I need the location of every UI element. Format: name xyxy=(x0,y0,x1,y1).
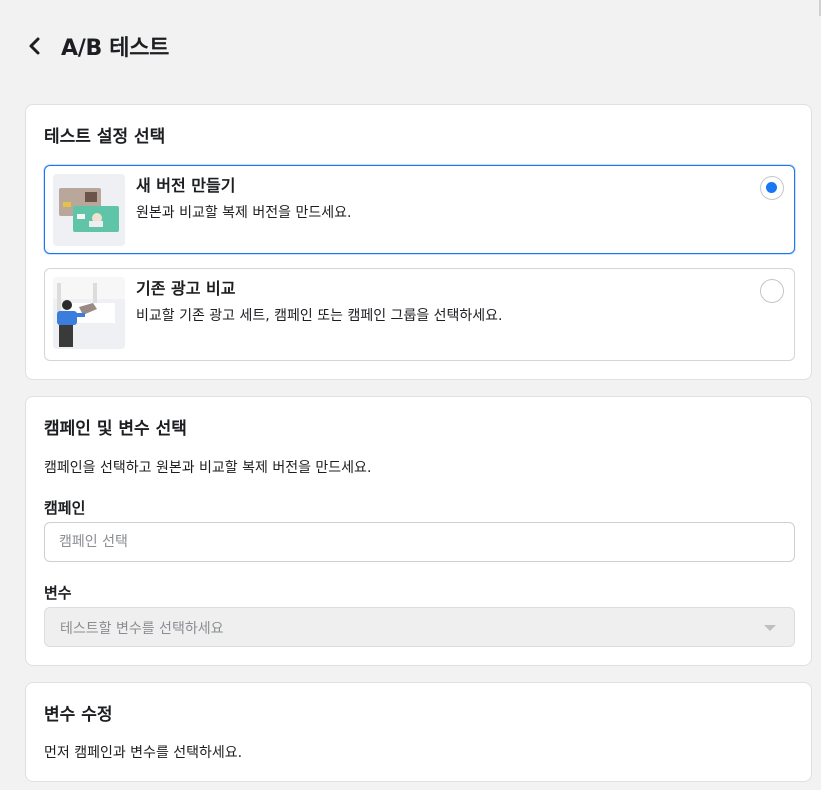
campaign-label: 캠페인 xyxy=(44,499,86,517)
back-button[interactable] xyxy=(24,34,46,58)
option-new-version-description: 원본과 비교할 복제 버전을 만드세요. xyxy=(136,205,352,221)
new-version-illustration xyxy=(53,174,125,246)
option-compare-existing-radio[interactable] xyxy=(760,279,784,303)
option-compare-existing-description: 비교할 기존 광고 세트, 캠페인 또는 캠페인 그룹을 선택하세요. xyxy=(136,308,503,324)
option-new-version[interactable]: 새 버전 만들기 원본과 비교할 복제 버전을 만드세요. xyxy=(44,165,795,254)
campaign-variable-title: 캠페인 및 변수 선택 xyxy=(44,419,187,439)
campaign-select-input[interactable] xyxy=(44,522,795,562)
caret-down-icon xyxy=(764,625,776,631)
variable-select-placeholder: 테스트할 변수를 선택하세요 xyxy=(60,621,224,637)
test-setup-title: 테스트 설정 선택 xyxy=(44,127,166,147)
chevron-left-icon xyxy=(29,37,40,55)
edit-variable-card: 변수 수정 먼저 캠페인과 변수를 선택하세요. xyxy=(25,682,812,782)
option-new-version-radio[interactable] xyxy=(760,176,784,200)
page-title: A/B 테스트 xyxy=(61,36,170,61)
campaign-variable-description: 캠페인을 선택하고 원본과 비교할 복제 버전을 만드세요. xyxy=(44,460,372,476)
page-header: A/B 테스트 xyxy=(0,0,821,90)
option-new-version-title: 새 버전 만들기 xyxy=(136,176,236,195)
variable-select[interactable]: 테스트할 변수를 선택하세요 xyxy=(44,607,795,647)
compare-existing-illustration xyxy=(53,277,125,349)
variable-label: 변수 xyxy=(44,584,72,602)
edit-variable-title: 변수 수정 xyxy=(44,705,113,725)
option-compare-existing[interactable]: 기존 광고 비교 비교할 기존 광고 세트, 캠페인 또는 캠페인 그룹을 선택… xyxy=(44,268,795,361)
test-setup-card: 테스트 설정 선택 새 버전 만들기 원본과 비교할 복제 버전을 만드세요. xyxy=(25,104,812,380)
campaign-variable-card: 캠페인 및 변수 선택 캠페인을 선택하고 원본과 비교할 복제 버전을 만드세… xyxy=(25,396,812,666)
edit-variable-description: 먼저 캠페인과 변수를 선택하세요. xyxy=(44,745,243,761)
option-compare-existing-title: 기존 광고 비교 xyxy=(136,279,236,298)
